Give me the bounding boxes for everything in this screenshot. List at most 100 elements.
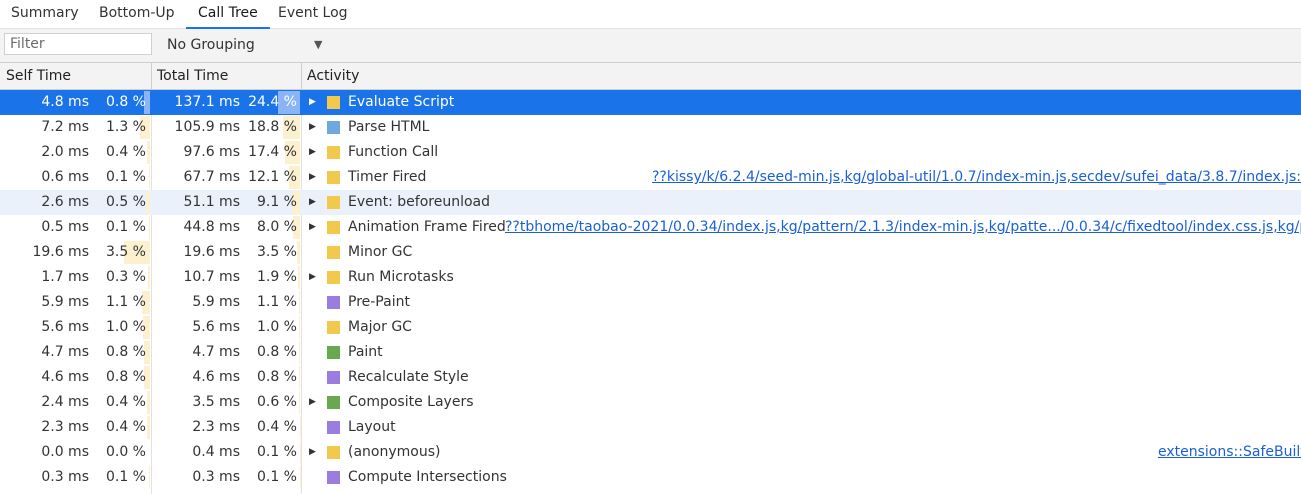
activity-name: Evaluate Script xyxy=(348,94,455,110)
category-color-swatch xyxy=(327,446,340,459)
expand-triangle-icon[interactable]: ▶ xyxy=(309,440,316,465)
activity-name: Timer Fired xyxy=(348,169,427,185)
self-time-percent: 0.8 % xyxy=(105,369,146,385)
self-time-percent: 0.1 % xyxy=(105,219,146,235)
total-time-percent: 9.1 % xyxy=(256,194,297,210)
call-tree-row[interactable]: 0.0 ms 0.0 % 0.4 ms 0.1 % ▶ (anonymous) … xyxy=(0,440,1301,465)
total-time-value: 44.8 ms xyxy=(183,219,240,235)
call-tree-row[interactable]: 4.6 ms 0.8 % 4.6 ms 0.8 % Recalculate St… xyxy=(0,365,1301,390)
self-time-value: 5.9 ms xyxy=(41,294,89,310)
activity-name: Event: beforeunload xyxy=(348,194,490,210)
column-header-row: Self Time Total Time Activity xyxy=(0,63,1301,90)
category-color-swatch xyxy=(327,321,340,334)
source-link[interactable]: ??tbhome/taobao-2021/0.0.34/index.js,kg/… xyxy=(505,215,1301,240)
total-time-value: 5.6 ms xyxy=(192,319,240,335)
self-time-percent: 0.4 % xyxy=(105,419,146,435)
total-time-bar xyxy=(298,266,300,289)
activity-name: Animation Frame Fired xyxy=(348,219,506,235)
total-time-value: 51.1 ms xyxy=(183,194,240,210)
total-time-value: 105.9 ms xyxy=(174,119,240,135)
self-time-value: 0.5 ms xyxy=(41,219,89,235)
self-time-value: 0.6 ms xyxy=(41,169,89,185)
activity-name: Major GC xyxy=(348,319,412,335)
self-time-value: 7.2 ms xyxy=(41,119,89,135)
self-time-value: 1.7 ms xyxy=(41,269,89,285)
call-tree-row[interactable]: 5.6 ms 1.0 % 5.6 ms 1.0 % Major GC xyxy=(0,315,1301,340)
expand-triangle-icon[interactable]: ▶ xyxy=(309,165,316,190)
source-link[interactable]: extensions::SafeBuiltins xyxy=(1158,440,1301,465)
column-divider[interactable] xyxy=(301,63,302,89)
self-time-value: 5.6 ms xyxy=(41,319,89,335)
category-color-swatch xyxy=(327,296,340,309)
category-color-swatch xyxy=(327,246,340,259)
expand-triangle-icon[interactable]: ▶ xyxy=(309,190,316,215)
tab-summary[interactable]: Summary xyxy=(11,0,79,28)
tab-call-tree[interactable]: Call Tree xyxy=(186,0,270,29)
self-time-bar xyxy=(149,466,150,489)
total-time-bar xyxy=(299,341,300,364)
activity-name: Paint xyxy=(348,344,383,360)
category-color-swatch xyxy=(327,396,340,409)
self-time-bar xyxy=(147,416,150,439)
call-tree-row[interactable]: 5.9 ms 1.1 % 5.9 ms 1.1 % Pre-Paint xyxy=(0,290,1301,315)
call-tree-row[interactable]: 1.7 ms 0.3 % 10.7 ms 1.9 % ▶ Run Microta… xyxy=(0,265,1301,290)
total-time-percent: 0.4 % xyxy=(256,419,297,435)
total-time-percent: 3.5 % xyxy=(256,244,297,260)
self-time-value: 4.7 ms xyxy=(41,344,89,360)
total-time-value: 97.6 ms xyxy=(183,144,240,160)
column-header-total-time[interactable]: Total Time xyxy=(157,63,228,89)
expand-triangle-icon[interactable]: ▶ xyxy=(309,140,316,165)
call-tree-row[interactable]: 2.6 ms 0.5 % 51.1 ms 9.1 % ▶ Event: befo… xyxy=(0,190,1301,215)
category-color-swatch xyxy=(327,196,340,209)
activity-name: Parse HTML xyxy=(348,119,430,135)
column-divider[interactable] xyxy=(151,63,152,89)
expand-triangle-icon[interactable]: ▶ xyxy=(309,90,316,115)
total-time-percent: 0.8 % xyxy=(256,344,297,360)
self-time-value: 2.3 ms xyxy=(41,419,89,435)
filter-input[interactable] xyxy=(4,33,152,55)
call-tree-row[interactable]: 2.0 ms 0.4 % 97.6 ms 17.4 % ▶ Function C… xyxy=(0,140,1301,165)
total-time-percent: 18.8 % xyxy=(248,119,297,135)
self-time-percent: 0.3 % xyxy=(105,269,146,285)
source-link[interactable]: ??kissy/k/6.2.4/seed-min.js,kg/global-ut… xyxy=(652,165,1301,190)
total-time-percent: 0.6 % xyxy=(256,394,297,410)
category-color-swatch xyxy=(327,96,340,109)
call-tree-row[interactable]: 2.4 ms 0.4 % 3.5 ms 0.6 % ▶ Composite La… xyxy=(0,390,1301,415)
self-time-percent: 0.0 % xyxy=(105,444,146,460)
total-time-value: 0.4 ms xyxy=(192,444,240,460)
call-tree-row[interactable]: 4.8 ms 0.8 % 137.1 ms 24.4 % ▶ Evaluate … xyxy=(0,90,1301,115)
self-time-percent: 0.1 % xyxy=(105,169,146,185)
call-tree-row[interactable]: 4.7 ms 0.8 % 4.7 ms 0.8 % Paint xyxy=(0,340,1301,365)
self-time-value: 0.3 ms xyxy=(41,469,89,485)
total-time-percent: 0.8 % xyxy=(256,369,297,385)
tab-event-log[interactable]: Event Log xyxy=(278,0,348,28)
chevron-down-icon[interactable]: ▼ xyxy=(314,33,322,57)
self-time-percent: 0.8 % xyxy=(105,94,146,110)
self-time-percent: 0.4 % xyxy=(105,144,146,160)
expand-triangle-icon[interactable]: ▶ xyxy=(309,115,316,140)
activity-name: Pre-Paint xyxy=(348,294,410,310)
activity-name: Compute Intersections xyxy=(348,469,507,485)
self-time-percent: 0.4 % xyxy=(105,394,146,410)
expand-triangle-icon[interactable]: ▶ xyxy=(309,390,316,415)
expand-triangle-icon[interactable]: ▶ xyxy=(309,215,316,240)
tab-bottom-up[interactable]: Bottom-Up xyxy=(99,0,175,28)
grouping-select[interactable]: No Grouping xyxy=(167,33,255,57)
total-time-value: 5.9 ms xyxy=(192,294,240,310)
call-tree-row[interactable]: 0.3 ms 0.1 % 0.3 ms 0.1 % Compute Inters… xyxy=(0,465,1301,490)
column-header-activity[interactable]: Activity xyxy=(307,63,359,89)
category-color-swatch xyxy=(327,121,340,134)
total-time-bar xyxy=(299,391,300,414)
call-tree-row[interactable]: 7.2 ms 1.3 % 105.9 ms 18.8 % ▶ Parse HTM… xyxy=(0,115,1301,140)
call-tree-row[interactable]: 0.6 ms 0.1 % 67.7 ms 12.1 % ▶ Timer Fire… xyxy=(0,165,1301,190)
call-tree-row[interactable]: 19.6 ms 3.5 % 19.6 ms 3.5 % Minor GC xyxy=(0,240,1301,265)
self-time-percent: 1.1 % xyxy=(105,294,146,310)
call-tree-row[interactable]: 2.3 ms 0.4 % 2.3 ms 0.4 % Layout xyxy=(0,415,1301,440)
column-header-self-time[interactable]: Self Time xyxy=(6,63,71,89)
self-time-percent: 1.0 % xyxy=(105,319,146,335)
activity-name: Recalculate Style xyxy=(348,369,469,385)
total-time-value: 10.7 ms xyxy=(183,269,240,285)
activity-name: Run Microtasks xyxy=(348,269,454,285)
call-tree-row[interactable]: 0.5 ms 0.1 % 44.8 ms 8.0 % ▶ Animation F… xyxy=(0,215,1301,240)
expand-triangle-icon[interactable]: ▶ xyxy=(309,265,316,290)
